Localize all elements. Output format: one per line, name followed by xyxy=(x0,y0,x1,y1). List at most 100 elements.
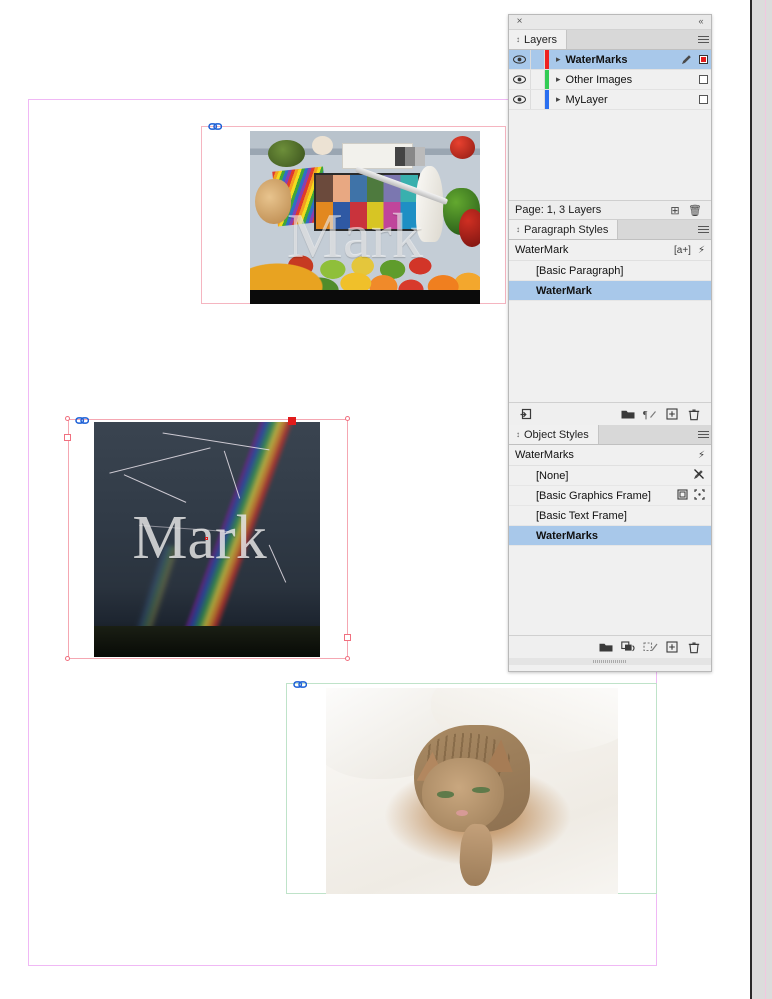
layers-menu-icon[interactable] xyxy=(695,30,711,49)
selection-handle-br[interactable] xyxy=(345,656,350,661)
frame-select-icon[interactable] xyxy=(694,488,705,503)
object-style-name: [Basic Text Frame] xyxy=(536,509,627,522)
paragraph-style-basic[interactable]: [Basic Paragraph] xyxy=(509,261,711,281)
food-colorchecker-image[interactable]: Mark xyxy=(250,131,480,304)
object-style-name: [None] xyxy=(536,469,569,482)
cat-nose xyxy=(455,809,468,816)
lock-column[interactable] xyxy=(530,90,545,109)
docked-panel-stack[interactable]: × « ↕ Layers ▸ WaterMarks ▸ Other Images… xyxy=(508,14,712,672)
layers-empty-area[interactable] xyxy=(509,110,711,200)
layers-page-status: Page: 1, 3 Layers xyxy=(515,204,602,216)
chevron-right-icon[interactable]: ▸ xyxy=(556,55,561,64)
trash-icon[interactable] xyxy=(683,408,705,421)
paragraph-styles-empty-area[interactable] xyxy=(509,301,711,402)
paragraph-style-name: [Basic Paragraph] xyxy=(536,264,624,277)
pasteboard-area xyxy=(752,0,772,999)
object-styles-tabrow[interactable]: ↕ Object Styles xyxy=(509,425,711,445)
target-indicator[interactable] xyxy=(695,55,711,64)
quick-apply-icon[interactable]: ⚡ xyxy=(698,245,705,256)
tab-layers[interactable]: ↕ Layers xyxy=(509,30,568,49)
quick-apply-icon[interactable]: ⚡ xyxy=(698,450,705,461)
eye-icon[interactable] xyxy=(509,55,530,64)
avocado-shape xyxy=(268,139,306,168)
object-style-none[interactable]: [None] xyxy=(509,466,711,486)
object-style-basic-graphics-frame[interactable]: [Basic Graphics Frame] xyxy=(509,486,711,506)
chevron-right-icon[interactable]: ▸ xyxy=(556,75,561,84)
tabrow-spacer xyxy=(618,220,695,239)
link-badge-icon-food[interactable] xyxy=(207,122,222,131)
layer-row-watermarks[interactable]: ▸ WaterMarks xyxy=(509,50,711,70)
eye-icon[interactable] xyxy=(509,95,530,104)
layers-list[interactable]: ▸ WaterMarks ▸ Other Images ▸ MyLayer xyxy=(509,50,711,200)
tab-paragraph-styles[interactable]: ↕ Paragraph Styles xyxy=(509,220,619,239)
tab-object-styles[interactable]: ↕ Object Styles xyxy=(509,425,599,444)
object-style-basic-text-frame[interactable]: [Basic Text Frame] xyxy=(509,506,711,526)
cat-eye-left xyxy=(436,791,455,798)
target-indicator[interactable] xyxy=(695,95,711,104)
layer-color-swatch xyxy=(545,70,549,89)
paragraph-styles-toolbar[interactable]: ¶ xyxy=(509,402,711,425)
paragraph-style-name: WaterMark xyxy=(536,284,592,297)
link-badge-icon-cat[interactable] xyxy=(292,680,307,689)
layer-row-mylayer[interactable]: ▸ MyLayer xyxy=(509,90,711,110)
clear-overrides-icon[interactable]: ¶ xyxy=(639,409,661,420)
object-styles-list[interactable]: [None] [Basic Graphics Frame] [Basic Tex… xyxy=(509,466,711,635)
panel-titlebar: × « xyxy=(509,15,711,30)
selection-handle-tr[interactable] xyxy=(345,416,350,421)
eye-icon[interactable] xyxy=(509,75,530,84)
new-style-icon[interactable] xyxy=(661,641,683,653)
object-styles-menu-icon[interactable] xyxy=(695,425,711,444)
close-icon[interactable]: × xyxy=(514,16,525,27)
object-style-name: WaterMarks xyxy=(536,529,598,542)
chevron-right-icon[interactable]: ▸ xyxy=(556,95,561,104)
paragraph-styles-list[interactable]: [Basic Paragraph] WaterMark xyxy=(509,261,711,402)
lock-column[interactable] xyxy=(530,70,545,89)
red-pepper-shape xyxy=(459,208,480,247)
selection-handle-right[interactable] xyxy=(344,634,351,641)
new-style-icon[interactable] xyxy=(661,408,683,420)
lightning-bolt xyxy=(108,447,211,474)
object-style-watermarks[interactable]: WaterMarks xyxy=(509,526,711,546)
layer-row-other-images[interactable]: ▸ Other Images xyxy=(509,70,711,90)
object-styles-current: WaterMarks ⚡ xyxy=(509,445,711,466)
load-styles-icon[interactable] xyxy=(515,408,537,420)
paragraph-style-watermark[interactable]: WaterMark xyxy=(509,281,711,301)
grass-silhouette xyxy=(94,626,320,657)
object-styles-empty-area[interactable] xyxy=(509,546,711,635)
bread-shape xyxy=(254,179,292,225)
mini-swatch-shape xyxy=(394,146,425,166)
layers-tabrow[interactable]: ↕ Layers xyxy=(509,30,711,50)
clear-attributes-icon[interactable] xyxy=(617,641,639,653)
tab-paragraph-styles-label: Paragraph Styles xyxy=(524,223,609,236)
trash-icon[interactable]: 🗑 xyxy=(685,204,705,217)
pasteboard-guide-line xyxy=(765,0,766,999)
none-pen-icon[interactable] xyxy=(693,468,705,483)
link-badge-icon-storm[interactable] xyxy=(74,416,89,425)
collapse-panel-icon[interactable]: « xyxy=(695,16,707,27)
current-object-style: WaterMarks xyxy=(515,449,574,461)
new-layer-icon[interactable]: ⊞ xyxy=(665,204,685,217)
object-styles-toolbar[interactable] xyxy=(509,635,711,658)
target-indicator[interactable] xyxy=(695,75,711,84)
tabrow-spacer xyxy=(567,30,695,49)
lock-column[interactable] xyxy=(530,50,545,69)
new-group-icon[interactable] xyxy=(595,642,617,653)
selection-handle-tl[interactable] xyxy=(65,416,70,421)
layer-name: MyLayer xyxy=(565,93,608,106)
paragraph-styles-tabrow[interactable]: ↕ Paragraph Styles xyxy=(509,220,711,240)
panel-resize-grip[interactable] xyxy=(509,658,711,665)
new-group-icon[interactable] xyxy=(617,409,639,420)
pen-icon xyxy=(677,54,695,65)
selection-handle-left[interactable] xyxy=(64,434,71,441)
graphics-frame-icon[interactable] xyxy=(677,488,688,503)
color-checker-chart xyxy=(314,172,421,232)
current-paragraph-style: WaterMark xyxy=(515,244,569,256)
style-override-icon[interactable]: [a+] xyxy=(674,245,691,256)
layer-name: Other Images xyxy=(565,73,633,86)
trash-icon[interactable] xyxy=(683,641,705,654)
selection-handle-bl[interactable] xyxy=(65,656,70,661)
clear-overrides-icon[interactable] xyxy=(639,641,661,653)
paragraph-styles-menu-icon[interactable] xyxy=(695,220,711,239)
anchored-object-marker[interactable] xyxy=(288,417,296,425)
cat-on-bed-image[interactable] xyxy=(326,688,618,894)
